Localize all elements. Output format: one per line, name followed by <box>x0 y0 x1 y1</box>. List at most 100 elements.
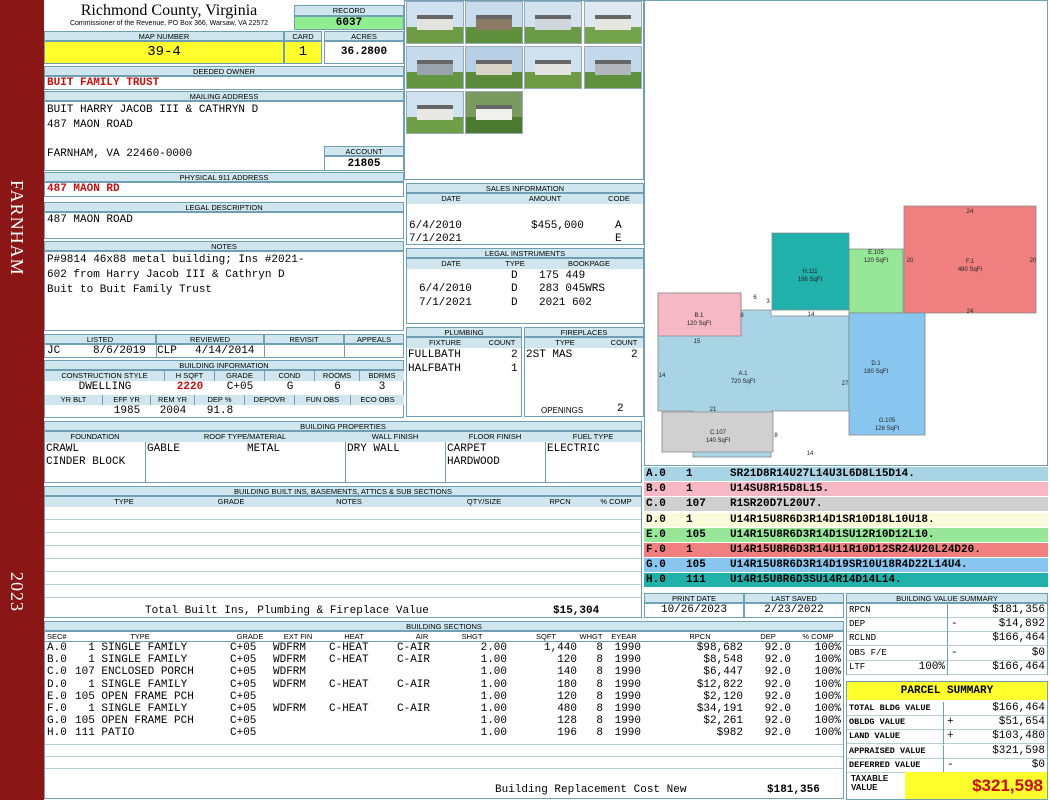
map-number-label: MAP NUMBER <box>44 31 284 41</box>
section-cell: 8 <box>596 678 603 691</box>
section-label-f-1: F.1 <box>966 259 975 265</box>
section-area-h-111: 196 SqFt <box>798 277 823 283</box>
traverse-code: U14SU8R15D8L15. <box>730 483 830 496</box>
section-cell: C-HEAT <box>329 654 369 667</box>
value-summary-value: $166,464 <box>992 632 1045 645</box>
divider <box>943 744 944 759</box>
traverse-sec: B.0 <box>646 483 666 496</box>
notes-box: P#9814 46x88 metal building; Ins #2021- … <box>44 251 404 331</box>
bi2-h-grade: GRADE <box>203 497 259 507</box>
parcel-label: TOTAL BLDG VALUE <box>849 703 931 713</box>
section-row: E.0 105 OPEN FRAME PCH C+05 1.00 120 8 1990 $2,… <box>45 691 843 703</box>
sales-h-code: CODE <box>595 194 643 204</box>
photo-thumb[interactable] <box>406 91 464 134</box>
section-cell: C-HEAT <box>329 703 369 715</box>
photo-thumb[interactable] <box>584 1 642 44</box>
section-cell: H.0 <box>47 727 67 740</box>
photo-thumb[interactable] <box>524 46 582 89</box>
section-cell: 100% <box>814 715 841 728</box>
traverse-code: U14R15U8R6D3R14D1SR10D18L10U18. <box>730 513 935 526</box>
traverse-code: U14R15U8R6D3R14D1SU12R10D12L10. <box>730 528 935 541</box>
bi-h-grade: GRADE <box>215 371 265 381</box>
plumbing-box: FIXTURE COUNT FULLBATH 2 HALFBATH 1 <box>406 337 522 417</box>
prop-roof-type: GABLE <box>147 443 181 455</box>
section-cell: 92.0 <box>764 678 791 691</box>
section-cell: WDFRM <box>273 666 307 679</box>
section-cell: 120 <box>557 654 577 667</box>
section-cell: 8 <box>596 666 603 679</box>
traverse-row: D.0 1 U14R15U8R6D3R14D1SR10D18L10U18. <box>644 512 1048 527</box>
sales-row1-code: A <box>615 220 622 232</box>
value-summary-value: $181,356 <box>992 604 1045 616</box>
section-cell: A.0 <box>47 642 67 654</box>
section-cell: 120 <box>557 690 577 703</box>
section-cell: 8 <box>596 654 603 667</box>
building-info-label: BUILDING INFORMATION <box>44 360 404 370</box>
section-cell: 92.0 <box>764 666 791 679</box>
sketch-dimension: 27 <box>842 381 849 387</box>
sales-box: DATE AMOUNT CODE 6/4/2010 $455,000 A 7/1… <box>406 193 644 245</box>
builtins-label: BUILDING BUILT INS, BASEMENTS, ATTICS & … <box>44 486 642 496</box>
bi2-h-type: TYPE <box>45 497 203 507</box>
parcel-row: TOTAL BLDG VALUE $166,464 <box>847 702 1047 716</box>
prop-found1: CRAWL <box>46 443 80 455</box>
sales-h-date: DATE <box>407 194 495 204</box>
prop-h-floor: FLOOR FINISH <box>445 432 545 442</box>
county-title: Richmond County, Virginia <box>80 2 258 19</box>
section-cell: 128 <box>557 715 577 728</box>
divider <box>947 618 948 633</box>
photo-thumb[interactable] <box>524 1 582 44</box>
sidebar: FARNHAM 2023 <box>0 0 44 800</box>
photo-thumb[interactable] <box>465 1 523 44</box>
sketch-dimension: 8 <box>774 433 778 439</box>
bi-rooms: 6 <box>334 381 341 393</box>
photo-thumb[interactable] <box>584 46 642 89</box>
prop-found2: CINDER BLOCK <box>46 456 126 468</box>
physical-label: PHYSICAL 911 ADDRESS <box>44 172 404 182</box>
bi-dep: 91.8 <box>206 405 234 417</box>
section-cell: 196 <box>557 727 577 740</box>
sketch-dimension: 3 <box>766 299 770 305</box>
bi-h-funobs: FUN OBS <box>295 395 351 405</box>
photo-thumb[interactable] <box>406 46 464 89</box>
section-cell: 480 <box>557 703 577 715</box>
value-summary-label: OBS F/E <box>849 647 887 658</box>
section-cell: 92.0 <box>764 690 791 703</box>
traverse-row: F.0 1 U14R15U8R6D3R14U11R10D12SR24U20L24D2… <box>644 543 1048 557</box>
sales-row2-date: 7/1/2021 <box>409 233 462 245</box>
listed-date: 8/6/2019 <box>93 345 146 357</box>
section-cell: C+05 <box>230 703 257 715</box>
section-cell: C+05 <box>230 715 257 728</box>
photo-thumb[interactable] <box>465 46 523 89</box>
value-summary-label: LTF <box>849 661 866 672</box>
li-row1-book: 175 449 <box>539 270 586 282</box>
sketch-dimension: 20 <box>1030 258 1037 264</box>
section-cell: $8,548 <box>703 654 743 667</box>
plumb-row1-count: 2 <box>511 349 518 361</box>
traverse-num: 1 <box>686 513 693 526</box>
owner-label: DEEDED OWNER <box>44 66 404 76</box>
plumb-h-fixture: FIXTURE <box>407 338 483 348</box>
section-cell: WDFRM <box>273 654 307 667</box>
section-cell: 92.0 <box>764 703 791 715</box>
plumb-row2-count: 1 <box>511 363 518 375</box>
bi2-h-comp: % COMP <box>591 497 641 507</box>
traverse-num: 1 <box>686 483 693 496</box>
sketch-dimension: 14 <box>807 451 814 457</box>
section-cell: G.0 <box>47 715 67 728</box>
builtins-total-label: Total Built Ins, Plumbing & Fireplace Va… <box>145 605 429 617</box>
mailing-label: MAILING ADDRESS <box>44 91 404 101</box>
photo-thumb[interactable] <box>406 1 464 44</box>
sections-header-type: TYPE <box>130 632 150 641</box>
sections-header-heat: HEAT <box>344 632 364 641</box>
sketch-dimension: 15 <box>694 339 701 345</box>
section-cell: 8 <box>596 715 603 728</box>
photo-thumb[interactable] <box>465 91 523 134</box>
appeals-label: APPEALS <box>344 334 404 344</box>
sections-total-label: Building Replacement Cost New <box>495 784 687 796</box>
bi-cond: G <box>286 381 294 393</box>
prop-roof-mat: METAL <box>247 443 281 455</box>
section-cell: 1990 <box>614 666 641 679</box>
county-header: Richmond County, Virginia Commissioner o… <box>45 3 293 30</box>
section-cell: C-HEAT <box>329 642 369 654</box>
